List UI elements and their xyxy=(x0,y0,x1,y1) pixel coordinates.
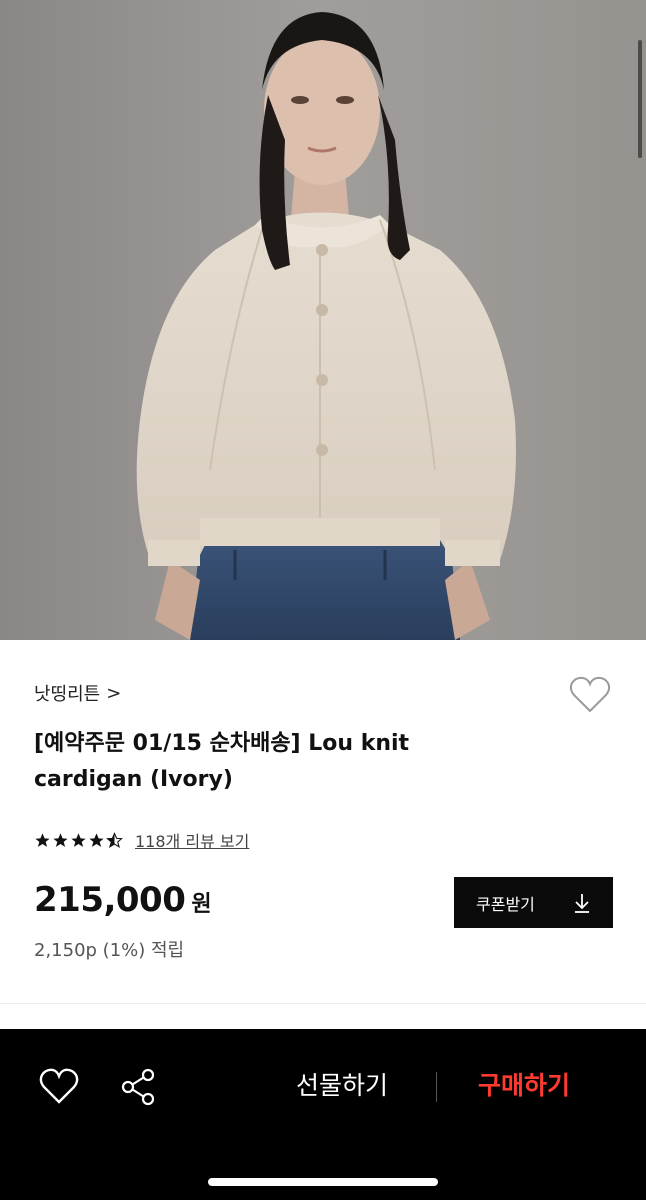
product-photo xyxy=(0,0,646,640)
coupon-label: 쿠폰받기 xyxy=(476,894,535,914)
product-title: [예약주문 01/15 순차배송] Lou knit cardigan (Ivo… xyxy=(34,731,410,792)
rating-stars xyxy=(34,831,123,849)
star-icon xyxy=(89,832,104,847)
star-icon xyxy=(35,832,50,847)
button-separator xyxy=(436,1072,437,1102)
download-icon xyxy=(575,893,589,913)
price-row: 215,000 원 xyxy=(34,880,212,920)
review-link[interactable]: 118개 리뷰 보기 xyxy=(135,828,249,852)
rating-row: 118개 리뷰 보기 xyxy=(34,828,249,852)
section-divider xyxy=(0,1003,646,1004)
coupon-button[interactable]: 쿠폰받기 xyxy=(454,877,613,928)
reward-points: 2,150p (1%) 적립 xyxy=(34,940,185,961)
chevron-right-icon: > xyxy=(106,682,122,704)
bottom-action-bar xyxy=(0,1029,646,1200)
price-value: 215,000 xyxy=(34,880,186,920)
star-half-icon xyxy=(106,831,123,848)
price-currency: 원 xyxy=(191,892,212,917)
buy-button[interactable]: 구매하기 xyxy=(478,1066,570,1102)
gift-button[interactable]: 선물하기 xyxy=(296,1066,388,1102)
scrollbar[interactable] xyxy=(638,40,642,158)
brand-link[interactable]: 낫띵리튼 > xyxy=(34,680,121,706)
brand-name: 낫띵리튼 xyxy=(34,684,101,705)
wishlist-button[interactable] xyxy=(568,675,612,715)
heart-icon xyxy=(39,1068,79,1104)
share-button[interactable] xyxy=(118,1066,160,1108)
star-icon xyxy=(71,832,86,847)
star-icon xyxy=(53,832,68,847)
product-hero-image[interactable] xyxy=(0,0,646,640)
share-icon xyxy=(121,1068,155,1106)
heart-outline-icon xyxy=(569,676,611,713)
home-indicator[interactable] xyxy=(208,1178,438,1186)
bottom-wishlist-button[interactable] xyxy=(38,1066,80,1108)
